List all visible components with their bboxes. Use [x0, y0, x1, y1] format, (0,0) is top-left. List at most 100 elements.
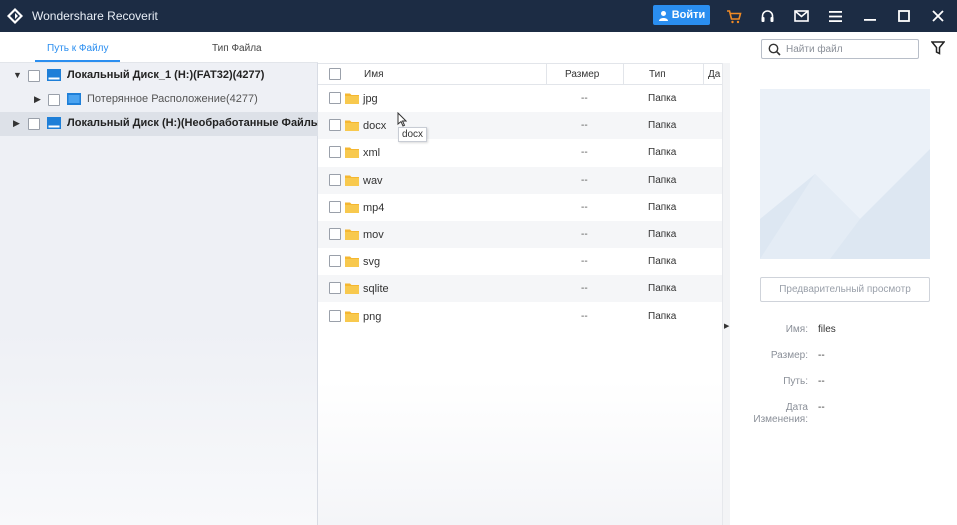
- search-icon: [768, 43, 781, 56]
- file-row[interactable]: wav -- Папка: [318, 166, 722, 194]
- file-name: docx: [363, 120, 387, 133]
- tree-item-drive-1[interactable]: ▼ Локальный Диск_1 (H:)(FAT32)(4277): [0, 64, 318, 88]
- file-type: Папка: [648, 283, 677, 295]
- column-divider[interactable]: [623, 64, 624, 85]
- meta-name-label: Имя:: [785, 324, 808, 335]
- tab-file-type[interactable]: Тип Файла: [212, 43, 262, 54]
- filter-icon[interactable]: [931, 41, 945, 55]
- tree-checkbox[interactable]: [48, 94, 60, 106]
- meta-size-value: --: [818, 350, 825, 361]
- close-icon: [932, 10, 944, 22]
- folder-icon: [345, 93, 359, 104]
- column-divider[interactable]: [546, 64, 547, 85]
- file-size: --: [581, 256, 588, 268]
- meta-date-value: --: [818, 402, 825, 413]
- search-input[interactable]: [786, 42, 914, 56]
- row-checkbox[interactable]: [329, 255, 341, 268]
- file-size: --: [581, 310, 588, 322]
- row-checkbox[interactable]: [329, 228, 341, 240]
- chevron-right-icon[interactable]: ▶: [34, 94, 44, 106]
- file-type: Папка: [648, 147, 677, 159]
- file-name: jpg: [363, 93, 378, 105]
- meta-name-value: files: [818, 324, 836, 335]
- file-row[interactable]: xml -- Папка: [318, 139, 722, 166]
- tree-item-drive-raw[interactable]: ▶ Локальный Диск (H:)(Необработанные Фай…: [0, 112, 318, 136]
- folder-icon: [345, 256, 359, 268]
- support-button[interactable]: [757, 6, 777, 26]
- column-type[interactable]: Тип: [649, 69, 666, 80]
- file-type: Папка: [648, 310, 677, 322]
- tab-file-path[interactable]: Путь к Файлу: [47, 43, 109, 54]
- list-empty-area: [318, 380, 722, 525]
- file-row[interactable]: sqlite -- Папка: [318, 275, 722, 303]
- row-checkbox[interactable]: [329, 92, 341, 104]
- mouse-cursor-icon: [397, 112, 407, 127]
- tree-item-label: Локальный Диск (H:)(Необработанные Файлы…: [67, 117, 318, 129]
- file-name: sqlite: [363, 283, 389, 296]
- file-row[interactable]: jpg -- Папка: [318, 85, 722, 112]
- column-size[interactable]: Размер: [565, 69, 599, 80]
- file-name: png: [363, 310, 382, 323]
- file-size: --: [581, 229, 588, 240]
- row-checkbox[interactable]: [329, 200, 341, 213]
- file-type: Папка: [648, 201, 677, 213]
- meta-path-label: Путь:: [783, 376, 808, 387]
- preview-button[interactable]: Предварительный просмотр: [760, 277, 930, 302]
- file-name: wav: [363, 174, 383, 187]
- folder-icon: [345, 229, 359, 240]
- maximize-icon: [898, 10, 910, 22]
- row-checkbox[interactable]: [329, 146, 341, 159]
- column-date[interactable]: Да: [708, 69, 720, 80]
- tree-checkbox[interactable]: [28, 118, 40, 130]
- chevron-right-icon[interactable]: ▶: [13, 118, 23, 130]
- file-name: xml: [363, 147, 381, 160]
- file-type: Папка: [648, 120, 677, 132]
- file-row[interactable]: svg -- Папка: [318, 248, 722, 275]
- file-size: --: [581, 283, 588, 295]
- drive-icon: [47, 69, 61, 81]
- meta-path-value: --: [818, 376, 825, 387]
- folder-icon: [345, 147, 359, 159]
- close-button[interactable]: [928, 6, 948, 26]
- panel-splitter[interactable]: [722, 63, 730, 525]
- app-title: Wondershare Recoverit: [32, 9, 158, 23]
- file-row[interactable]: mov -- Папка: [318, 221, 722, 248]
- row-checkbox[interactable]: [329, 173, 341, 186]
- file-type: Папка: [648, 174, 677, 186]
- login-button[interactable]: Войти: [653, 5, 710, 25]
- tree-item-label: Локальный Диск_1 (H:)(FAT32)(4277): [67, 69, 265, 81]
- select-all-checkbox[interactable]: [329, 68, 341, 80]
- maximize-button[interactable]: [894, 6, 914, 26]
- file-list-header: Имя Размер Тип Да: [318, 63, 722, 85]
- hamburger-menu-icon: [828, 10, 842, 22]
- column-name[interactable]: Имя: [364, 69, 383, 80]
- file-type: Папка: [648, 229, 677, 240]
- recoverit-logo-icon: [7, 8, 23, 24]
- file-type: Папка: [648, 256, 677, 268]
- column-divider[interactable]: [703, 64, 704, 85]
- file-name: mp4: [363, 201, 385, 214]
- file-row[interactable]: png -- Папка: [318, 303, 722, 330]
- mail-icon: [793, 10, 809, 22]
- cart-button[interactable]: [724, 6, 744, 26]
- file-row[interactable]: mp4 -- Папка: [318, 194, 722, 221]
- file-size: --: [581, 93, 588, 104]
- tree-item-lost-location[interactable]: ▶ Потерянное Расположение(4277): [0, 88, 318, 112]
- menu-button[interactable]: [825, 6, 845, 26]
- collapse-arrow-icon[interactable]: ▶: [724, 322, 729, 330]
- row-checkbox[interactable]: [329, 119, 341, 132]
- user-icon: [658, 10, 668, 21]
- folder-icon: [345, 311, 359, 322]
- lost-folder-icon: [67, 93, 81, 105]
- mail-button[interactable]: [791, 6, 811, 26]
- row-checkbox[interactable]: [329, 282, 341, 295]
- search-box[interactable]: [761, 39, 919, 59]
- file-name: svg: [363, 256, 381, 269]
- file-type: Папка: [648, 93, 677, 104]
- minimize-button[interactable]: [860, 6, 880, 26]
- tree-checkbox[interactable]: [28, 70, 40, 82]
- folder-icon: [345, 120, 359, 132]
- chevron-down-icon[interactable]: ▼: [13, 70, 23, 82]
- row-checkbox[interactable]: [329, 309, 341, 322]
- file-row[interactable]: docx -- Папка: [318, 112, 722, 140]
